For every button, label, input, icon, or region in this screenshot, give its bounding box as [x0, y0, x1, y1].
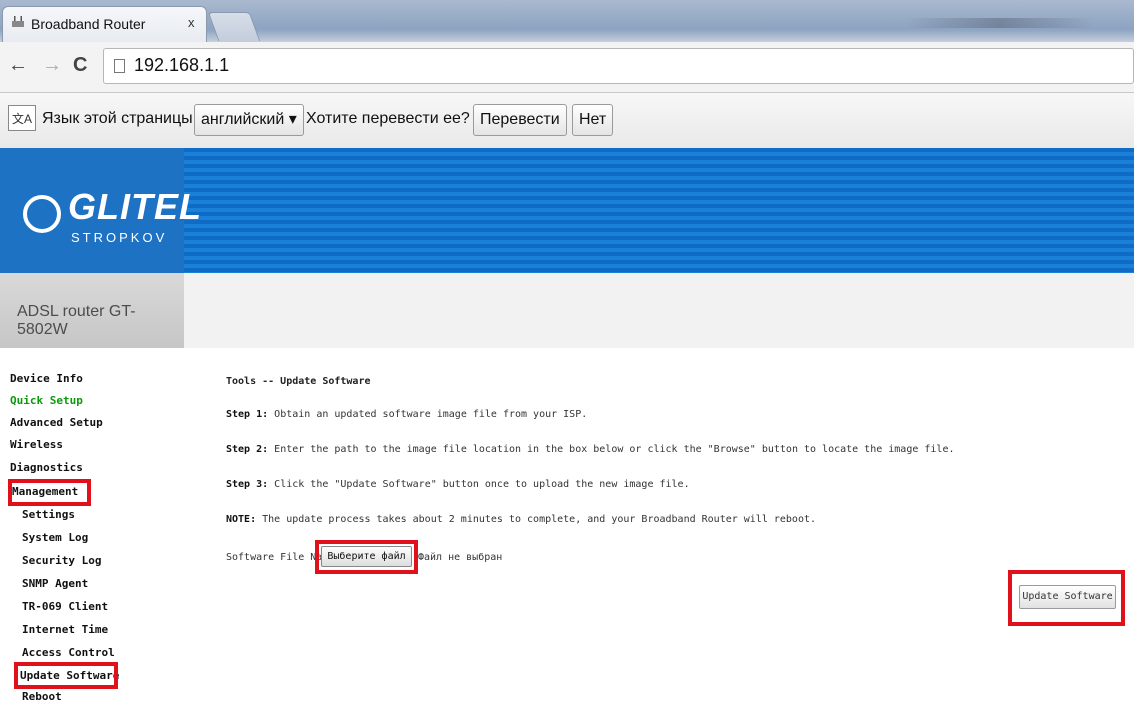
sidebar-item-quick-setup[interactable]: Quick Setup	[10, 394, 83, 407]
translate-button[interactable]: Перевести	[473, 104, 567, 136]
forward-arrow-icon[interactable]: →	[42, 54, 62, 77]
sidebar-item-system-log[interactable]: System Log	[22, 531, 88, 544]
sidebar-item-snmp-agent[interactable]: SNMP Agent	[22, 577, 88, 590]
language-select[interactable]: английский ▾	[194, 104, 304, 136]
update-software-menu-highlight	[14, 662, 118, 689]
step-2: Step 2: Enter the path to the image file…	[226, 444, 955, 455]
page-icon	[114, 59, 125, 73]
url-text: 192.168.1.1	[134, 55, 230, 75]
router-model: ADSL router GT-5802W	[17, 303, 136, 338]
sidebar-item-reboot[interactable]: Reboot	[22, 690, 62, 703]
back-arrow-icon[interactable]: ←	[8, 54, 28, 77]
sidebar-item-settings[interactable]: Settings	[22, 508, 75, 521]
no-translate-button[interactable]: Нет	[572, 104, 614, 136]
address-bar[interactable]: 192.168.1.1	[103, 48, 1134, 84]
router-favicon-icon	[12, 16, 24, 27]
tab-title: Broadband Router	[31, 16, 146, 32]
reload-icon[interactable]: C	[73, 54, 87, 77]
browser-tab-bar: Broadband Router x	[0, 0, 1134, 42]
no-file-chosen: Файл не выбран	[418, 552, 503, 563]
update-button-highlight	[1008, 570, 1125, 626]
tab-close-icon[interactable]: x	[188, 15, 195, 30]
sidebar-item-security-log[interactable]: Security Log	[22, 554, 101, 567]
sidebar-item-access-control[interactable]: Access Control	[22, 646, 115, 659]
sidebar-item-advanced-setup[interactable]: Advanced Setup	[10, 416, 103, 429]
step-2-text: Enter the path to the image file locatio…	[268, 444, 955, 455]
management-highlight	[8, 479, 91, 506]
step-3-label: Step 3:	[226, 479, 269, 490]
logo-subtitle: STROPKOV	[71, 230, 168, 245]
step-3: Step 3: Click the "Update Software" butt…	[226, 479, 690, 490]
choose-file-highlight	[315, 540, 418, 574]
window-title-blur	[905, 18, 1095, 28]
logo-text: GLITEL	[68, 186, 202, 227]
step-1-text: Obtain an updated software image file fr…	[268, 409, 588, 420]
logo-mark-icon	[23, 195, 61, 233]
page-language-label: Язык этой страницы	[42, 110, 193, 127]
step-3-text: Click the "Update Software" button once …	[268, 479, 690, 490]
translate-bar: 文A Язык этой страницы английский ▾ Хотит…	[0, 93, 1134, 149]
sidebar-item-wireless[interactable]: Wireless	[10, 438, 63, 451]
translate-icon: 文A	[8, 105, 36, 131]
step-1: Step 1: Obtain an updated software image…	[226, 409, 587, 420]
update-note: NOTE: The update process takes about 2 m…	[226, 514, 816, 525]
brand-logo: GLITEL STROPKOV	[0, 148, 201, 273]
new-tab-button[interactable]	[207, 12, 261, 41]
step-1-label: Step 1:	[226, 409, 269, 420]
sidebar-item-device-info[interactable]: Device Info	[10, 372, 83, 385]
note-label: NOTE:	[226, 514, 257, 525]
note-text: The update process takes about 2 minutes…	[256, 514, 817, 525]
page-title: Tools -- Update Software	[226, 376, 371, 387]
step-2-label: Step 2:	[226, 444, 269, 455]
translate-question: Хотите перевести ее?	[306, 110, 470, 127]
browser-tab[interactable]: Broadband Router x	[2, 6, 207, 42]
sidebar-item-diagnostics[interactable]: Diagnostics	[10, 461, 83, 474]
sidebar-item-internet-time[interactable]: Internet Time	[22, 623, 108, 636]
model-panel: ADSL router GT-5802W	[0, 273, 184, 348]
sidebar-item-tr069-client[interactable]: TR-069 Client	[22, 600, 108, 613]
